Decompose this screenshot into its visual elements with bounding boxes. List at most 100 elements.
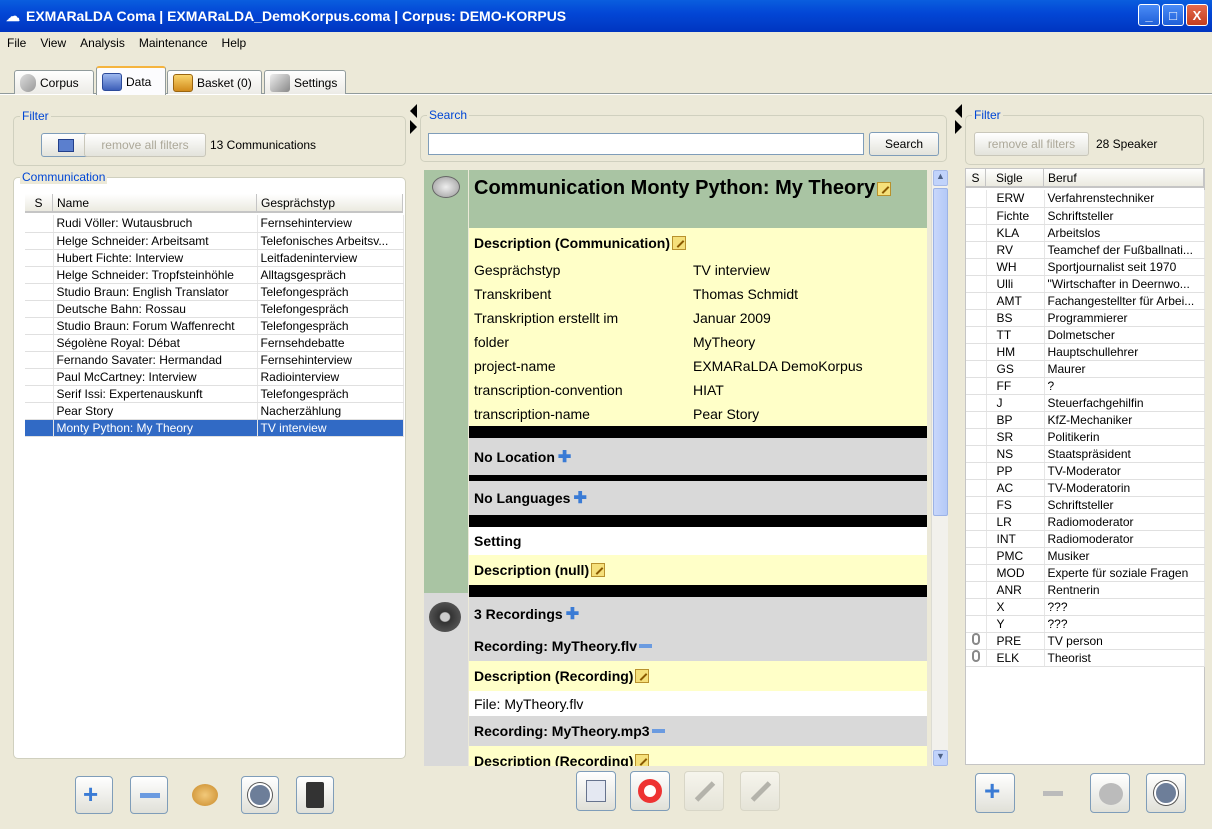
expand-left-arrow-icon[interactable] [410,120,417,134]
right-remove-filters-button[interactable]: remove all filters [974,132,1089,156]
menu-file[interactable]: File [0,36,33,50]
col-s[interactable]: S [25,194,53,213]
menu-view[interactable]: View [33,36,73,50]
remove-communication-button[interactable] [130,776,168,814]
table-row[interactable]: Rudi Völler: Wutausbruch Fernsehinterview [25,215,404,233]
table-row[interactable]: RV Teamchef der Fußballnati... [966,241,1205,259]
cell-name: Helge Schneider: Arbeitsamt [53,232,258,250]
add-to-basket-button[interactable] [241,776,279,814]
table-row[interactable]: KLA Arbeitslos [966,224,1205,242]
tab-data[interactable]: Data [96,66,166,95]
table-row[interactable]: HM Hauptschullehrer [966,343,1205,361]
table-row[interactable]: Y??? [966,615,1205,633]
close-button[interactable]: X [1186,4,1208,26]
table-row[interactable]: AC TV-Moderatorin [966,479,1205,497]
edit-heading-icon[interactable] [877,181,892,196]
detail-scrollbar[interactable]: ▲ ▼ [931,170,948,766]
col-gespraechstyp[interactable]: Gesprächstyp [257,194,403,213]
edit-description-icon[interactable] [672,236,687,250]
edit-recording-description-icon[interactable] [635,669,650,683]
speaker-basket-button[interactable] [1146,773,1186,813]
remove-recording-1-icon[interactable] [639,644,653,648]
table-row[interactable]: LR Radiomoderator [966,513,1205,531]
table-row[interactable]: MOD Experte für soziale Fragen [966,564,1205,582]
merge-speaker-button[interactable] [1090,773,1130,813]
field-value: MyTheory [693,334,756,350]
table-row[interactable]: BS Programmierer [966,309,1205,327]
table-row[interactable]: Ulli "Wirtschafter in Deernwo... [966,275,1205,293]
col-name[interactable]: Name [53,194,257,213]
table-row[interactable]: Studio Braun: Forum Waffenrecht Telefonge… [25,317,404,335]
maximize-button[interactable]: □ [1162,4,1184,26]
table-row[interactable]: FS Schriftsteller [966,496,1205,514]
open-folder-button[interactable] [41,133,90,157]
menu-help[interactable]: Help [215,36,254,50]
table-row[interactable]: AMT Fachangestellter für Arbei... [966,292,1205,310]
col-beruf[interactable]: Beruf [1044,169,1204,188]
scroll-down-icon[interactable]: ▼ [933,750,948,766]
cell-s [966,309,987,327]
left-remove-filters-button[interactable]: remove all filters [84,133,206,157]
add-location-icon[interactable]: ✚ [558,447,571,467]
menu-maintenance[interactable]: Maintenance [132,36,215,50]
table-row[interactable]: TT Dolmetscher [966,326,1205,344]
cell-sigle: BP [986,411,1045,429]
table-row[interactable]: Pear Story Nacherzählung [25,402,404,420]
table-row[interactable]: Paul McCartney: Interview Radiointerview [25,368,404,386]
table-row[interactable]: Monty Python: My Theory TV interview [25,419,404,437]
table-row[interactable]: Deutsche Bahn: Rossau Telefongespräch [25,300,404,318]
table-row[interactable]: GS Maurer [966,360,1205,378]
people-icon [1099,783,1123,805]
tab-basket[interactable]: Basket (0) [167,70,262,94]
add-communication-button[interactable]: + [75,776,113,814]
table-row[interactable]: BP KfZ-Mechaniker [966,411,1205,429]
table-row[interactable]: J Steuerfachgehilfin [966,394,1205,412]
table-row[interactable]: PMC Musiker [966,547,1205,565]
collapse-left-arrow-icon[interactable] [410,104,417,118]
search-input[interactable] [428,133,864,155]
scroll-up-icon[interactable]: ▲ [933,170,948,186]
col-sigle[interactable]: Sigle [986,169,1044,188]
table-row[interactable]: NS Staatspräsident [966,445,1205,463]
menu-analysis[interactable]: Analysis [73,36,132,50]
table-row[interactable]: ERW Verfahrenstechniker [966,190,1205,208]
table-row[interactable]: ANR Rentnerin [966,581,1205,599]
table-row[interactable]: PP TV-Moderator [966,462,1205,480]
tab-settings[interactable]: Settings [264,70,346,94]
tab-corpus[interactable]: Corpus [14,70,94,94]
expand-right-arrow-icon[interactable] [955,120,962,134]
add-language-icon[interactable]: ✚ [573,488,586,508]
edit-recording-description-icon[interactable] [635,754,650,766]
remove-speaker-button[interactable] [1034,773,1074,813]
table-row[interactable]: Helge Schneider: Tropfsteinhöhle Alltagsg… [25,266,404,284]
add-speaker-button[interactable]: + [975,773,1015,813]
remove-recording-2-icon[interactable] [651,729,665,733]
table-row[interactable]: Serif Issi: Expertenauskunft Telefongespr… [25,385,404,403]
table-row[interactable]: Helge Schneider: Arbeitsamt Telefonisches… [25,232,404,250]
link-button[interactable] [684,771,724,811]
table-row[interactable]: SR Politikerin [966,428,1205,446]
scroll-thumb[interactable] [933,188,948,516]
table-row[interactable]: Fernando Savater: Hermandad Fernsehinterv… [25,351,404,369]
table-row[interactable]: Fichte Schriftsteller [966,207,1205,225]
col-s[interactable]: S [966,169,986,188]
table-row[interactable]: INT Radiomoderator [966,530,1205,548]
add-recording-icon[interactable]: ✚ [566,604,579,624]
collapse-right-arrow-icon[interactable] [955,104,962,118]
table-row[interactable]: Hubert Fichte: Interview Leitfadenintervi… [25,249,404,267]
print-preview-button[interactable] [576,771,616,811]
help-button[interactable] [630,771,670,811]
table-row[interactable]: X??? [966,598,1205,616]
assign-speaker-button[interactable] [186,776,224,814]
table-row[interactable]: WH Sportjournalist seit 1970 [966,258,1205,276]
table-row[interactable]: ELK Theorist [966,649,1205,667]
table-row[interactable]: FF? [966,377,1205,395]
search-button[interactable]: Search [869,132,939,156]
calculator-button[interactable] [296,776,334,814]
table-row[interactable]: Ségolène Royal: Débat Fernsehdebatte [25,334,404,352]
table-row[interactable]: Studio Braun: English Translator Telefong… [25,283,404,301]
edit-setting-description-icon[interactable] [591,563,606,577]
minimize-button[interactable]: _ [1138,4,1160,26]
table-row[interactable]: PRE TV person [966,632,1205,650]
unlink-button[interactable] [740,771,780,811]
